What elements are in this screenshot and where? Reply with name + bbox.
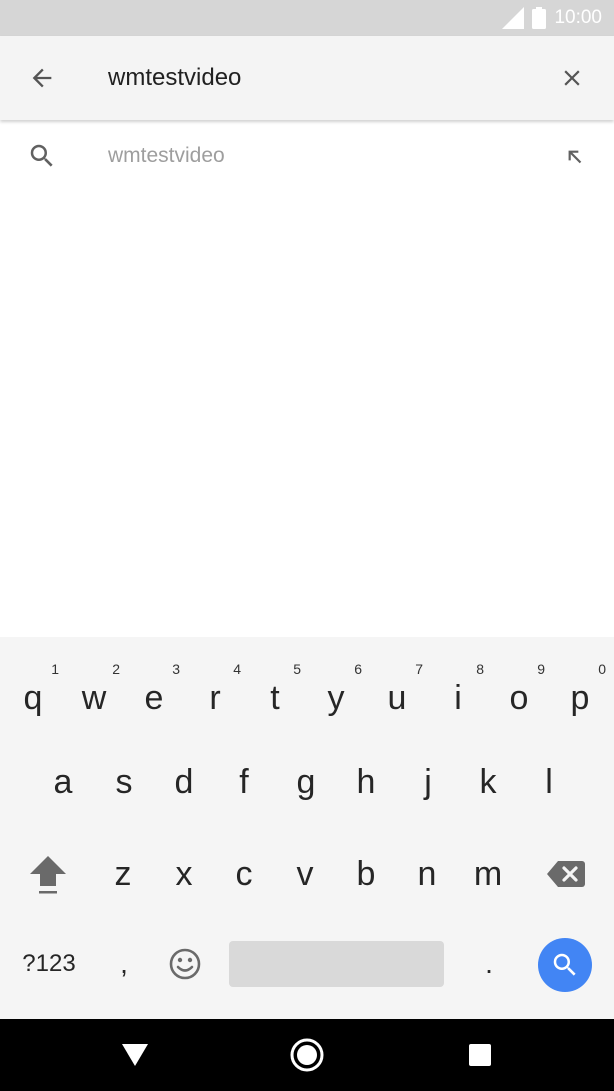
- key-p[interactable]: 0p: [550, 647, 610, 731]
- period-key[interactable]: .: [459, 925, 519, 1003]
- clear-button[interactable]: [552, 58, 592, 98]
- search-action-key[interactable]: [538, 938, 592, 992]
- key-w[interactable]: 2w: [64, 647, 124, 731]
- comma-key[interactable]: ,: [94, 925, 154, 1003]
- key-u[interactable]: 7u: [367, 647, 427, 731]
- space-key[interactable]: [229, 941, 444, 987]
- key-i[interactable]: 8i: [428, 647, 488, 731]
- shift-key[interactable]: [10, 833, 86, 915]
- key-q[interactable]: 1q: [3, 647, 63, 731]
- key-r[interactable]: 4r: [185, 647, 245, 731]
- close-icon: [564, 70, 580, 86]
- battery-icon: [532, 7, 547, 29]
- navigation-bar: [0, 1019, 614, 1091]
- key-m[interactable]: m: [458, 833, 518, 915]
- nav-back-icon: [122, 1044, 148, 1066]
- key-t[interactable]: 5t: [245, 647, 305, 731]
- key-g[interactable]: g: [276, 741, 336, 823]
- suggestion-text: wmtestvideo: [108, 144, 225, 167]
- emoji-key[interactable]: [155, 925, 215, 1003]
- key-b[interactable]: b: [336, 833, 396, 915]
- key-v[interactable]: v: [275, 833, 335, 915]
- arrow-left-icon: [32, 68, 52, 88]
- status-icons: 10:00: [502, 0, 602, 36]
- key-h[interactable]: h: [336, 741, 396, 823]
- nav-recents-button[interactable]: [458, 1033, 502, 1077]
- search-input[interactable]: wmtestvideo: [108, 62, 241, 94]
- key-d[interactable]: d: [154, 741, 214, 823]
- symbols-key[interactable]: ?123: [8, 925, 90, 1003]
- emoji-icon: [169, 948, 201, 980]
- cell-signal-icon: [502, 7, 525, 29]
- nav-back-button[interactable]: [113, 1033, 157, 1077]
- key-y[interactable]: 6y: [306, 647, 366, 731]
- key-o[interactable]: 9o: [489, 647, 549, 731]
- arrow-up-left-icon: [568, 150, 582, 164]
- nav-home-button[interactable]: [285, 1033, 329, 1077]
- suggestion-item[interactable]: wmtestvideo: [0, 122, 614, 190]
- key-e[interactable]: 3e: [124, 647, 184, 731]
- key-c[interactable]: c: [214, 833, 274, 915]
- key-n[interactable]: n: [397, 833, 457, 915]
- search-icon: [553, 953, 576, 976]
- status-time: 10:00: [554, 7, 602, 28]
- key-s[interactable]: s: [94, 741, 154, 823]
- status-bar: 10:00: [0, 0, 614, 36]
- back-button[interactable]: [22, 58, 62, 98]
- nav-recents-icon: [469, 1044, 491, 1066]
- delete-key[interactable]: [530, 833, 602, 915]
- backspace-icon: [547, 861, 585, 887]
- search-bar: wmtestvideo: [0, 36, 614, 120]
- key-j[interactable]: j: [398, 741, 458, 823]
- keyboard: 1q 2w 3e 4r 5t 6y 7u 8i 9o 0p a s d f g …: [0, 637, 614, 1019]
- key-a[interactable]: a: [33, 741, 93, 823]
- key-k[interactable]: k: [458, 741, 518, 823]
- key-x[interactable]: x: [154, 833, 214, 915]
- nav-home-icon: [290, 1038, 324, 1072]
- key-f[interactable]: f: [214, 741, 274, 823]
- key-l[interactable]: l: [519, 741, 579, 823]
- search-icon: [24, 138, 60, 174]
- key-z[interactable]: z: [93, 833, 153, 915]
- shift-icon: [30, 856, 66, 894]
- fill-query-button[interactable]: [556, 138, 592, 174]
